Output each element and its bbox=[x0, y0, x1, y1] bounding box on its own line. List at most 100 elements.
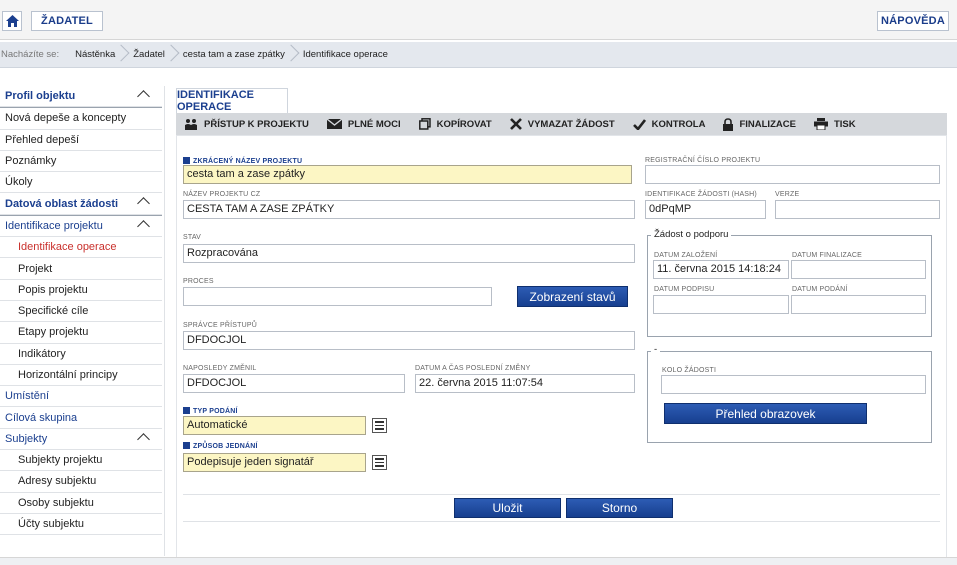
sidebar-item-notes[interactable]: Poznámky bbox=[0, 151, 162, 173]
envelope-icon bbox=[326, 119, 342, 129]
submitted-input[interactable] bbox=[791, 295, 926, 314]
founded-input[interactable]: 11. června 2015 14:18:24 bbox=[653, 260, 789, 279]
round-input[interactable] bbox=[661, 375, 926, 394]
round-legend: - bbox=[651, 344, 661, 355]
sidebar-item-messages[interactable]: Přehled depeší bbox=[0, 130, 162, 151]
finalized-input[interactable] bbox=[791, 260, 926, 279]
action-method-label: ZPŮSOB JEDNÁNÍ bbox=[183, 442, 258, 450]
sidebar-item-goals[interactable]: Specifické cíle bbox=[0, 301, 162, 323]
save-button[interactable]: Uložit bbox=[454, 498, 561, 518]
cancel-button[interactable]: Storno bbox=[566, 498, 673, 518]
signed-input[interactable] bbox=[653, 295, 789, 314]
breadcrumb: Nacházíte se: Nástěnka Žadatel cesta tam… bbox=[0, 42, 957, 68]
sidebar-item-accounts[interactable]: Účty subjektu bbox=[0, 514, 162, 536]
divider bbox=[183, 494, 940, 495]
reg-number-input[interactable] bbox=[645, 165, 940, 184]
sidebar-item-tasks[interactable]: Úkoly bbox=[0, 172, 162, 194]
list-picker-button[interactable] bbox=[372, 455, 387, 470]
top-bar: ŽADATEL NÁPOVĚDA bbox=[0, 0, 957, 40]
divider bbox=[183, 521, 940, 522]
sidebar-item-new-message[interactable]: Nová depeše a koncepty bbox=[0, 108, 162, 130]
form-panel: ZKRÁCENÝ NÁZEV PROJEKTU cesta tam a zase… bbox=[176, 135, 947, 558]
check-button[interactable]: KONTROLA bbox=[625, 113, 716, 135]
submission-type-label: TYP PODÁNÍ bbox=[183, 407, 238, 415]
sidebar-item-stages[interactable]: Etapy projektu bbox=[0, 322, 162, 344]
applicant-button[interactable]: ŽADATEL bbox=[31, 11, 103, 31]
short-name-label-text: ZKRÁCENÝ NÁZEV PROJEKTU bbox=[193, 158, 303, 165]
sidebar-item-description[interactable]: Popis projektu bbox=[0, 280, 162, 301]
print-label: TISK bbox=[833, 118, 856, 130]
process-label: PROCES bbox=[183, 278, 214, 285]
sidebar-header-label: Datová oblast žádosti bbox=[5, 197, 119, 210]
sidebar-item-place[interactable]: Umístění bbox=[0, 386, 162, 408]
status-input[interactable]: Rozpracována bbox=[183, 244, 635, 263]
lock-icon bbox=[723, 117, 734, 131]
round-fieldset bbox=[647, 351, 932, 443]
sidebar-item-target[interactable]: Cílová skupina bbox=[0, 407, 162, 429]
last-change-date-input[interactable]: 22. června 2015 11:07:54 bbox=[415, 374, 635, 393]
delete-button[interactable]: VYMAZAT ŽÁDOST bbox=[502, 113, 625, 135]
action-method-label-text: ZPŮSOB JEDNÁNÍ bbox=[193, 443, 258, 450]
finalize-button[interactable]: FINALIZACE bbox=[715, 113, 805, 135]
hash-input[interactable]: 0dPqMP bbox=[645, 200, 766, 219]
chevron-up-icon bbox=[137, 197, 150, 211]
sidebar-group-label: Subjekty bbox=[5, 432, 48, 445]
breadcrumb-item-current: Identifikace operace bbox=[302, 49, 388, 60]
sidebar-group-subjects[interactable]: Subjekty bbox=[0, 429, 162, 451]
chevron-up-icon bbox=[137, 90, 150, 103]
short-name-input[interactable]: cesta tam a zase zpátky bbox=[183, 165, 632, 184]
list-picker-button[interactable] bbox=[372, 418, 387, 433]
sidebar-item-principles[interactable]: Horizontální principy bbox=[0, 365, 162, 387]
version-label: VERZE bbox=[775, 191, 800, 198]
founded-label: DATUM ZALOŽENÍ bbox=[654, 252, 718, 259]
sidebar-item-addresses[interactable]: Adresy subjektu bbox=[0, 471, 162, 493]
sidebar-item-indicators[interactable]: Indikátory bbox=[0, 344, 162, 365]
sidebar-item-subjects[interactable]: Subjekty projektu bbox=[0, 450, 162, 472]
support-legend: Žádost o podporu bbox=[651, 229, 732, 240]
round-label: KOLO ŽÁDOSTI bbox=[662, 367, 717, 374]
sidebar-item-project[interactable]: Projekt bbox=[0, 258, 162, 280]
version-input[interactable] bbox=[775, 200, 940, 219]
powers-button[interactable]: PLNÉ MOCI bbox=[319, 113, 411, 135]
finalize-label: FINALIZACE bbox=[739, 118, 796, 130]
sidebar-group-project[interactable]: Identifikace projektu bbox=[0, 216, 162, 238]
breadcrumb-item-dashboard[interactable]: Nástěnka bbox=[67, 42, 125, 68]
access-admin-input[interactable]: DFDOCJOL bbox=[183, 331, 635, 350]
submitted-label: DATUM PODÁNÍ bbox=[792, 286, 848, 293]
home-button[interactable] bbox=[2, 11, 22, 31]
sidebar-header-profile[interactable]: Profil objektu bbox=[0, 86, 162, 108]
hash-label: IDENTIFIKACE ŽÁDOSTI (HASH) bbox=[645, 191, 757, 198]
tab-identification[interactable]: IDENTIFIKACE OPERACE bbox=[176, 88, 288, 113]
chevron-up-icon bbox=[137, 219, 150, 233]
breadcrumb-label: Nacházíte se: bbox=[1, 49, 60, 60]
process-input[interactable] bbox=[183, 287, 492, 306]
screens-overview-button[interactable]: Přehled obrazovek bbox=[664, 403, 867, 424]
name-cz-input[interactable]: CESTA TAM A ZASE ZPÁTKY bbox=[183, 200, 635, 219]
printer-icon bbox=[813, 118, 828, 130]
show-states-button[interactable]: Zobrazení stavů bbox=[517, 286, 628, 307]
help-button[interactable]: NÁPOVĚDA bbox=[877, 11, 949, 31]
sidebar-item-identification[interactable]: Identifikace operace bbox=[0, 237, 162, 259]
required-icon bbox=[183, 442, 190, 449]
breadcrumb-item-project[interactable]: cesta tam a zase zpátky bbox=[175, 42, 295, 68]
sidebar: Profil objektu Nová depeše a koncepty Př… bbox=[0, 86, 162, 536]
access-label: PŘÍSTUP K PROJEKTU bbox=[204, 118, 309, 130]
delete-label: VYMAZAT ŽÁDOST bbox=[527, 118, 615, 130]
submission-type-select[interactable]: Automatické bbox=[183, 416, 366, 435]
people-icon bbox=[185, 119, 197, 130]
access-admin-label: SPRÁVCE PŘÍSTUPŮ bbox=[183, 322, 257, 329]
check-label: KONTROLA bbox=[651, 118, 706, 130]
chevron-up-icon bbox=[137, 432, 150, 446]
sidebar-item-persons[interactable]: Osoby subjektu bbox=[0, 493, 162, 514]
last-change-date-label: DATUM A ČAS POSLEDNÍ ZMĚNY bbox=[415, 365, 531, 372]
sidebar-header-data[interactable]: Datová oblast žádosti bbox=[0, 193, 162, 215]
copy-icon bbox=[418, 118, 431, 130]
close-icon bbox=[509, 118, 522, 130]
print-button[interactable]: TISK bbox=[806, 113, 866, 135]
action-method-select[interactable]: Podepisuje jeden signatář bbox=[183, 453, 366, 472]
sidebar-header-label: Profil objektu bbox=[5, 90, 76, 103]
copy-button[interactable]: KOPÍROVAT bbox=[411, 113, 502, 135]
access-button[interactable]: PŘÍSTUP K PROJEKTU bbox=[176, 113, 319, 135]
last-changed-by-input[interactable]: DFDOCJOL bbox=[183, 374, 405, 393]
breadcrumb-item-applicant[interactable]: Žadatel bbox=[125, 42, 175, 68]
